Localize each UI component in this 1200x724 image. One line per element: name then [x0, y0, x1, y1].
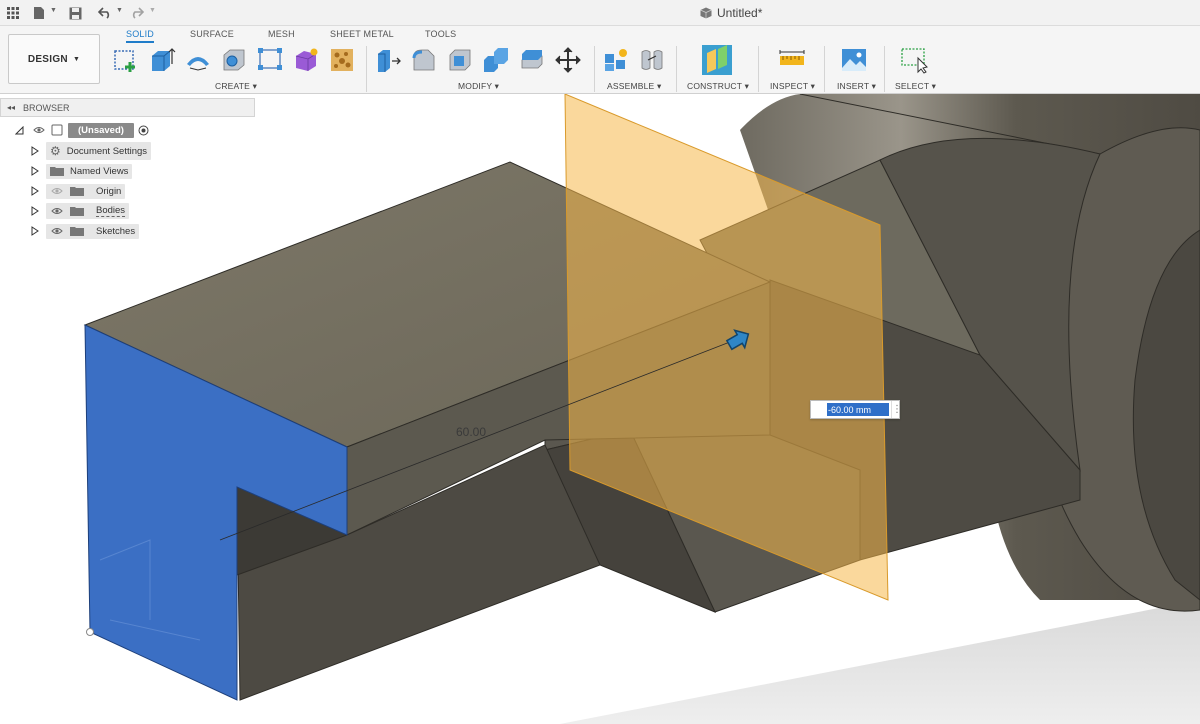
assemble-group-text: ASSEMBLE — [607, 81, 655, 91]
browser-item-named-views[interactable]: Named Views — [30, 163, 133, 179]
tab-surface[interactable]: SURFACE — [190, 29, 234, 39]
expand-triangle-icon[interactable] — [30, 206, 40, 216]
file-menu-caret-icon[interactable]: ▼ — [50, 7, 57, 14]
redo-caret-icon[interactable]: ▼ — [149, 7, 156, 14]
distance-input-box[interactable]: ⋮ — [810, 400, 902, 419]
undo-icon[interactable] — [96, 4, 114, 22]
construct-group-text: CONSTRUCT — [687, 81, 743, 91]
tab-solid[interactable]: SOLID — [126, 29, 155, 43]
hole-icon[interactable] — [220, 46, 248, 74]
create-sketch-icon[interactable] — [112, 46, 140, 74]
toolbar-separator — [676, 46, 677, 92]
browser-root-row[interactable]: (Unsaved) — [14, 122, 149, 138]
new-component-icon[interactable] — [602, 46, 630, 74]
insert-group-label[interactable]: INSERT ▾ — [837, 81, 876, 92]
document-cube-icon — [700, 7, 712, 19]
insert-image-icon[interactable] — [840, 46, 868, 74]
undo-caret-icon[interactable]: ▼ — [116, 7, 123, 14]
folder-icon — [70, 186, 84, 196]
file-icon[interactable] — [30, 4, 48, 22]
offset-face-icon[interactable] — [518, 46, 546, 74]
tab-mesh[interactable]: MESH — [268, 29, 295, 39]
app-grid-icon[interactable] — [4, 4, 22, 22]
title-bar: ▼ ▼ ▼ Untitled* — [0, 0, 1200, 26]
workspace-label: DESIGN — [27, 53, 68, 65]
combine-icon[interactable] — [482, 46, 510, 74]
extrude-icon[interactable] — [148, 46, 176, 74]
browser-item-origin[interactable]: Origin — [30, 183, 126, 199]
create-group-text: CREATE — [215, 81, 251, 91]
browser-item-sketches[interactable]: Sketches — [30, 223, 140, 239]
hidden-eye-icon[interactable] — [50, 186, 64, 196]
folder-icon — [70, 206, 84, 216]
inspect-group-label[interactable]: INSPECT ▾ — [770, 81, 815, 92]
browser-item-label: Document Settings — [66, 145, 148, 157]
joint-icon[interactable] — [638, 46, 666, 74]
inspect-group-text: INSPECT — [770, 81, 809, 91]
browser-item-label: Bodies — [96, 205, 126, 217]
select-group-text: SELECT — [895, 81, 930, 91]
browser-header[interactable]: ◂◂ BROWSER — [0, 98, 255, 117]
distance-input[interactable] — [827, 403, 889, 416]
browser-title: BROWSER — [23, 102, 70, 113]
construct-group-label[interactable]: CONSTRUCT ▾ — [687, 81, 749, 92]
browser-item-bodies[interactable]: Bodies — [30, 203, 130, 219]
move-copy-icon[interactable] — [554, 46, 582, 74]
create-group-label[interactable]: CREATE ▾ — [215, 81, 257, 92]
root-component-label[interactable]: (Unsaved) — [68, 122, 134, 138]
expand-triangle-icon[interactable] — [30, 186, 40, 196]
toolbar-separator — [824, 46, 825, 92]
offset-plane-icon[interactable] — [700, 43, 734, 77]
create-form-icon[interactable] — [292, 46, 320, 74]
toolbar-separator — [366, 46, 367, 92]
insert-group-text: INSERT — [837, 81, 870, 91]
assemble-group-label[interactable]: ASSEMBLE ▾ — [607, 81, 661, 92]
browser-item-label: Origin — [96, 185, 122, 197]
browser-item-label: Sketches — [96, 225, 136, 237]
component-icon — [50, 124, 64, 136]
expand-triangle-icon[interactable] — [30, 226, 40, 236]
expand-triangle-icon[interactable] — [30, 166, 40, 176]
visibility-eye-icon[interactable] — [50, 206, 64, 216]
shell-icon[interactable] — [446, 46, 474, 74]
folder-icon — [70, 226, 84, 236]
measure-icon[interactable] — [778, 46, 806, 74]
gear-icon: ⚙ — [50, 144, 61, 158]
fillet-icon[interactable] — [410, 46, 438, 74]
activate-radio-icon[interactable] — [138, 125, 149, 136]
toolbar-separator — [594, 46, 595, 92]
select-group-label[interactable]: SELECT ▾ — [895, 81, 936, 92]
visibility-eye-icon[interactable] — [50, 226, 64, 236]
revolve-icon[interactable] — [184, 46, 212, 74]
redo-icon[interactable] — [128, 4, 146, 22]
collapse-triangle-icon[interactable] — [14, 125, 24, 135]
folder-icon — [50, 166, 64, 176]
tab-sheet-metal[interactable]: SHEET METAL — [330, 29, 394, 39]
ground-shadow — [560, 600, 1200, 724]
toolbar-separator — [758, 46, 759, 92]
browser-item-document-settings[interactable]: ⚙ Document Settings — [30, 142, 152, 160]
profile-origin-point — [86, 628, 94, 636]
dimension-label: 60.00 — [456, 425, 487, 439]
tab-tools[interactable]: TOOLS — [425, 29, 456, 39]
press-pull-icon[interactable] — [374, 46, 402, 74]
expand-triangle-icon[interactable] — [30, 146, 40, 156]
toolbar-separator — [884, 46, 885, 92]
collapse-panel-icon[interactable]: ◂◂ — [7, 103, 15, 112]
browser-item-label: Named Views — [70, 165, 129, 177]
document-title: Untitled* — [700, 6, 762, 20]
workspace-caret-icon: ▼ — [72, 55, 81, 63]
rectangular-pattern-icon[interactable] — [256, 46, 284, 74]
save-icon[interactable] — [66, 4, 84, 22]
browser-panel: ◂◂ BROWSER (Unsaved) ⚙ Document Settings… — [0, 98, 255, 242]
workspace-switcher[interactable]: DESIGN ▼ — [8, 34, 100, 84]
modify-group-label[interactable]: MODIFY ▾ — [458, 81, 499, 92]
document-title-text: Untitled* — [717, 6, 763, 20]
ribbon-toolbar: DESIGN ▼ SOLID SURFACE MESH SHEET METAL … — [0, 26, 1200, 94]
modify-group-text: MODIFY — [458, 81, 493, 91]
select-window-icon[interactable] — [900, 46, 928, 74]
more-options-icon[interactable]: ⋮ — [891, 401, 902, 418]
visibility-eye-icon[interactable] — [32, 125, 46, 135]
generative-design-icon[interactable] — [328, 46, 356, 74]
